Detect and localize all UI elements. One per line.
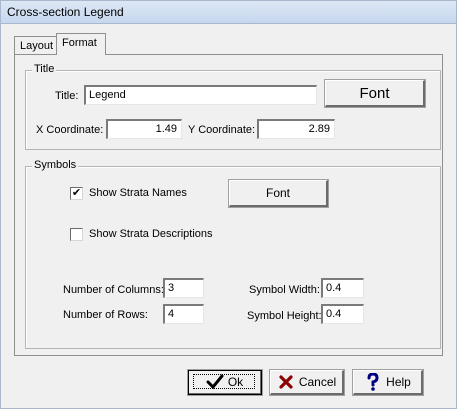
help-button[interactable]: Help (353, 370, 423, 395)
window-title: Cross-section Legend (7, 5, 124, 19)
title-group-label: Title (32, 63, 57, 75)
ok-focus-rect (193, 374, 255, 389)
title-input[interactable]: Legend (84, 85, 317, 105)
x-coordinate-label: X Coordinate: (36, 124, 104, 136)
show-strata-names-checkbox[interactable]: ✔ (70, 187, 83, 200)
number-of-rows-input[interactable]: 4 (163, 304, 204, 324)
y-coordinate-label: Y Coordinate: (188, 124, 256, 136)
cancel-button-label: Cancel (298, 375, 337, 389)
symbol-width-input[interactable]: 0.4 (321, 278, 364, 298)
title-font-button[interactable]: Font (325, 80, 425, 107)
symbols-font-button[interactable]: Font (229, 180, 328, 207)
question-icon (364, 373, 382, 391)
show-strata-names-label: Show Strata Names (89, 187, 187, 199)
symbol-height-input[interactable]: 0.4 (321, 304, 364, 324)
tab-format[interactable]: Format (56, 33, 106, 55)
symbols-group-label: Symbols (32, 159, 79, 171)
x-icon (277, 373, 295, 391)
help-button-label: Help (386, 375, 411, 389)
title-label: Title: (55, 90, 79, 102)
tab-layout[interactable]: Layout (14, 36, 57, 54)
show-strata-descriptions-label: Show Strata Descriptions (89, 228, 213, 240)
show-strata-descriptions-checkbox[interactable] (70, 228, 83, 241)
dialog-window: Cross-section Legend Layout Format Title… (0, 0, 457, 409)
cancel-button[interactable]: Cancel (270, 370, 344, 395)
symbol-width-label: Symbol Width: (249, 284, 320, 296)
number-of-rows-label: Number of Rows: (63, 309, 148, 321)
title-bar[interactable]: Cross-section Legend (1, 1, 456, 24)
number-of-columns-label: Number of Columns: (63, 284, 164, 296)
x-coordinate-input[interactable]: 1.49 (106, 119, 182, 139)
number-of-columns-input[interactable]: 3 (163, 278, 204, 298)
y-coordinate-input[interactable]: 2.89 (257, 119, 335, 139)
ok-button[interactable]: Ok (188, 370, 262, 395)
symbol-height-label: Symbol Height: (247, 310, 322, 322)
